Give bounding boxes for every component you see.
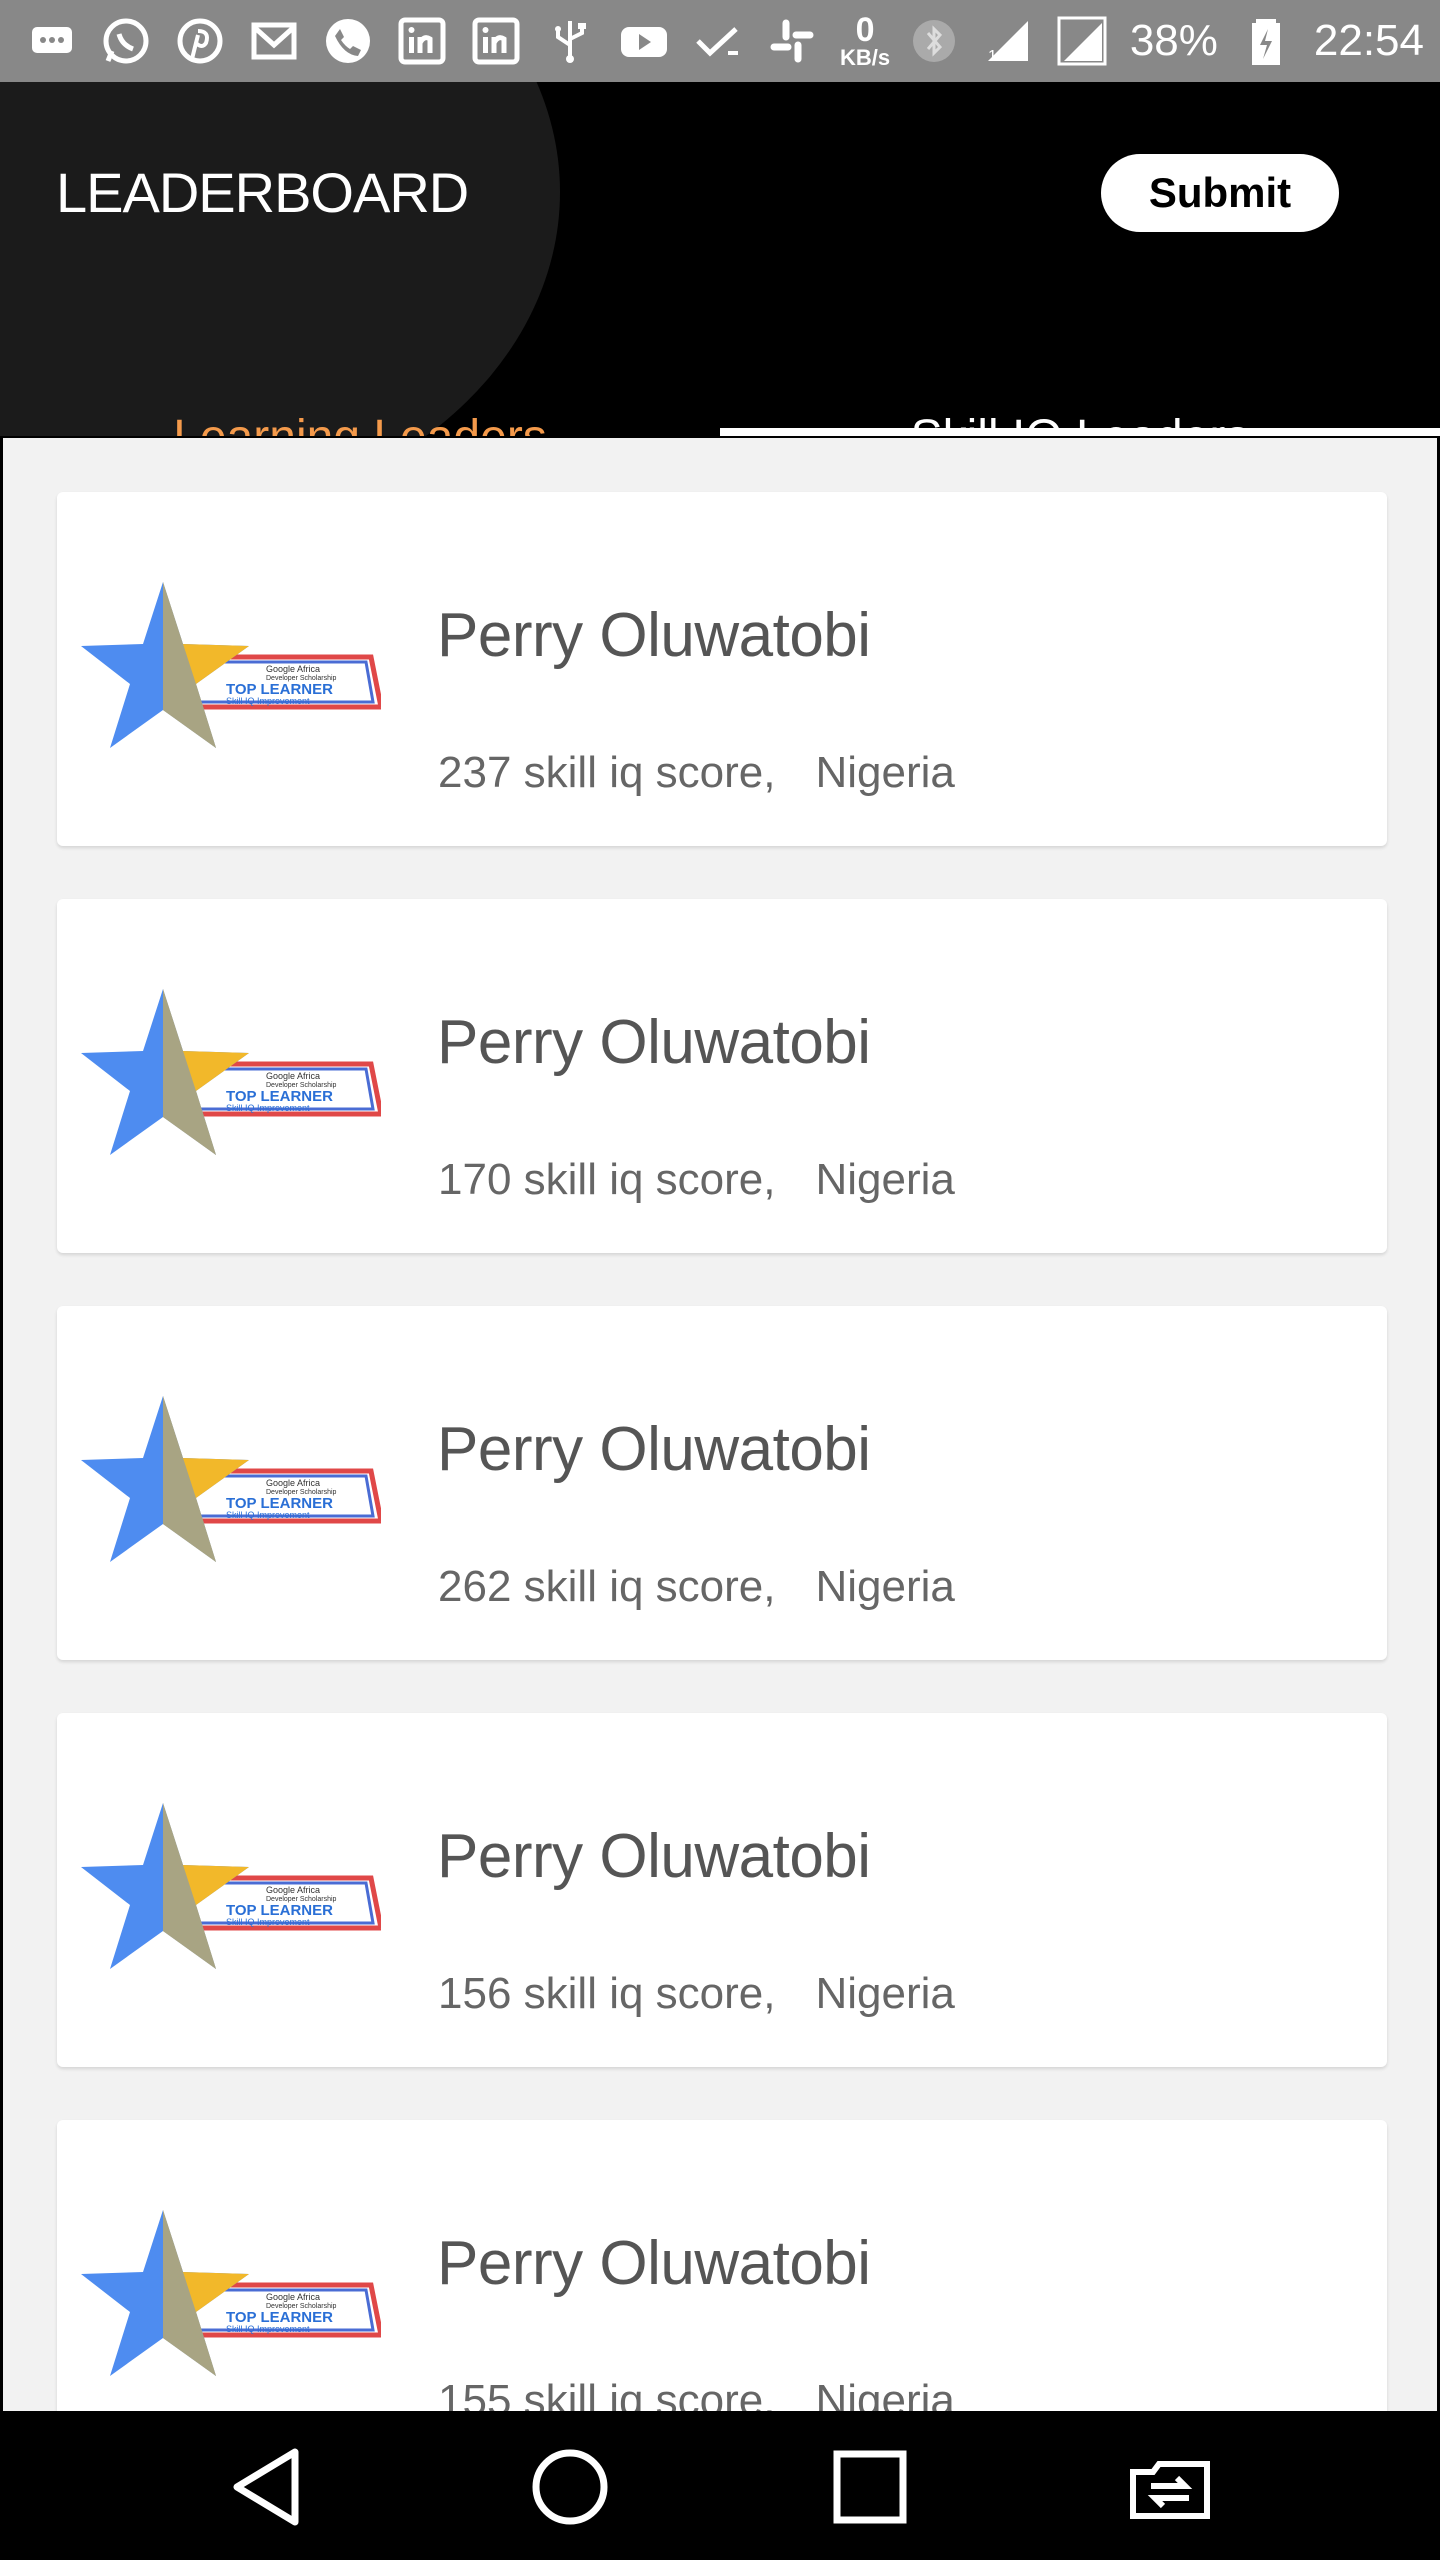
pinterest-icon	[174, 15, 226, 67]
notification-icons: 0 KB/s	[26, 13, 890, 69]
bluetooth-icon	[908, 15, 960, 67]
leader-score: 156 skill iq score,	[438, 1969, 776, 2018]
badge-line1: Google Africa	[266, 664, 320, 674]
whatsapp-icon	[100, 15, 152, 67]
leader-country: Nigeria	[815, 748, 955, 797]
list-item[interactable]: Google Africa Developer Scholarship TOP …	[57, 1713, 1387, 2067]
network-speed-value: 0	[855, 11, 875, 49]
network-speed: 0 KB/s	[840, 13, 890, 69]
leader-name: Perry Oluwatobi	[437, 2229, 871, 2298]
badge-line1: Google Africa	[266, 2292, 320, 2302]
tab-bar: Learning Leaders Skill IQ Leaders	[0, 318, 1440, 436]
leader-score: 155 skill iq score,	[438, 2376, 776, 2414]
back-button[interactable]	[215, 2432, 325, 2542]
tab-skill-iq-leaders[interactable]: Skill IQ Leaders	[720, 318, 1440, 436]
home-icon	[532, 2449, 608, 2525]
badge-line4: Skill IQ Improvement	[226, 1103, 310, 1113]
clock: 22:54	[1313, 16, 1424, 65]
badge-line4: Skill IQ Improvement	[226, 696, 310, 706]
badge-line1: Google Africa	[266, 1885, 320, 1895]
leaders-list[interactable]: Google Africa Developer Scholarship TOP …	[0, 436, 1440, 2414]
linkedin-icon	[470, 15, 522, 67]
page-title: LEADERBOARD	[56, 161, 469, 224]
leader-meta: 237 skill iq score, Nigeria	[438, 748, 955, 798]
signal-icon-4g	[1056, 15, 1108, 67]
badge-line4: Skill IQ Improvement	[226, 2324, 310, 2334]
top-learner-badge-icon: Google Africa Developer Scholarship TOP …	[81, 582, 381, 748]
recents-button[interactable]	[815, 2432, 925, 2542]
badge-line1: Google Africa	[266, 1478, 320, 1488]
top-learner-badge-icon: Google Africa Developer Scholarship TOP …	[81, 2210, 381, 2376]
battery-percent: 38%	[1129, 16, 1218, 65]
leader-country: Nigeria	[815, 1155, 955, 1204]
usb-icon	[544, 15, 596, 67]
phone-icon	[322, 15, 374, 67]
leader-meta: 170 skill iq score, Nigeria	[438, 1155, 955, 1205]
switch-icon	[1130, 2461, 1210, 2519]
list-item[interactable]: Google Africa Developer Scholarship TOP …	[57, 492, 1387, 846]
list-item[interactable]: Google Africa Developer Scholarship TOP …	[57, 2120, 1387, 2414]
network-speed-unit: KB/s	[840, 45, 891, 70]
signal-icon: 1	[982, 15, 1034, 67]
leader-score: 262 skill iq score,	[438, 1562, 776, 1611]
back-icon	[233, 2448, 299, 2526]
slack-icon	[766, 15, 818, 67]
message-icon	[26, 15, 78, 67]
home-button[interactable]	[515, 2432, 625, 2542]
list-item[interactable]: Google Africa Developer Scholarship TOP …	[57, 899, 1387, 1253]
top-learner-badge-icon: Google Africa Developer Scholarship TOP …	[81, 989, 381, 1155]
badge-line4: Skill IQ Improvement	[226, 1510, 310, 1520]
leader-score: 170 skill iq score,	[438, 1155, 776, 1204]
system-icons: 1 38% 22:54	[908, 15, 1424, 67]
battery-icon	[1240, 15, 1292, 67]
leader-name: Perry Oluwatobi	[437, 1822, 871, 1891]
youtube-icon	[618, 15, 670, 67]
top-learner-badge-icon: Google Africa Developer Scholarship TOP …	[81, 1803, 381, 1969]
top-learner-badge-icon: Google Africa Developer Scholarship TOP …	[81, 1396, 381, 1562]
submit-button[interactable]: Submit	[1101, 154, 1339, 232]
leader-country: Nigeria	[815, 1969, 955, 2018]
leader-country: Nigeria	[815, 1562, 955, 1611]
tab-skill-iq-leaders-label: Skill IQ Leaders	[911, 410, 1250, 436]
leader-name: Perry Oluwatobi	[437, 601, 871, 670]
navigation-bar	[0, 2414, 1440, 2560]
badge-line4: Skill IQ Improvement	[226, 1917, 310, 1927]
leader-name: Perry Oluwatobi	[437, 1008, 871, 1077]
svg-text:1: 1	[988, 48, 997, 65]
leader-name: Perry Oluwatobi	[437, 1415, 871, 1484]
recents-icon	[833, 2450, 907, 2524]
badge-line1: Google Africa	[266, 1071, 320, 1081]
leader-score: 237 skill iq score,	[438, 748, 776, 797]
leader-meta: 156 skill iq score, Nigeria	[438, 1969, 955, 2019]
switch-app-button[interactable]	[1115, 2432, 1225, 2542]
tab-learning-leaders-label: Learning Leaders	[173, 410, 547, 436]
leader-meta: 262 skill iq score, Nigeria	[438, 1562, 955, 1612]
leader-country: Nigeria	[815, 2376, 955, 2414]
status-bar: 0 KB/s 1 38% 22:54	[0, 0, 1440, 82]
tab-learning-leaders[interactable]: Learning Leaders	[0, 318, 720, 436]
linkedin-icon	[396, 15, 448, 67]
list-item[interactable]: Google Africa Developer Scholarship TOP …	[57, 1306, 1387, 1660]
check-icon	[692, 15, 744, 67]
app-bar: LEADERBOARD Submit Learning Leaders Skil…	[0, 82, 1440, 436]
leader-meta: 155 skill iq score, Nigeria	[438, 2376, 955, 2414]
gmail-icon	[248, 15, 300, 67]
